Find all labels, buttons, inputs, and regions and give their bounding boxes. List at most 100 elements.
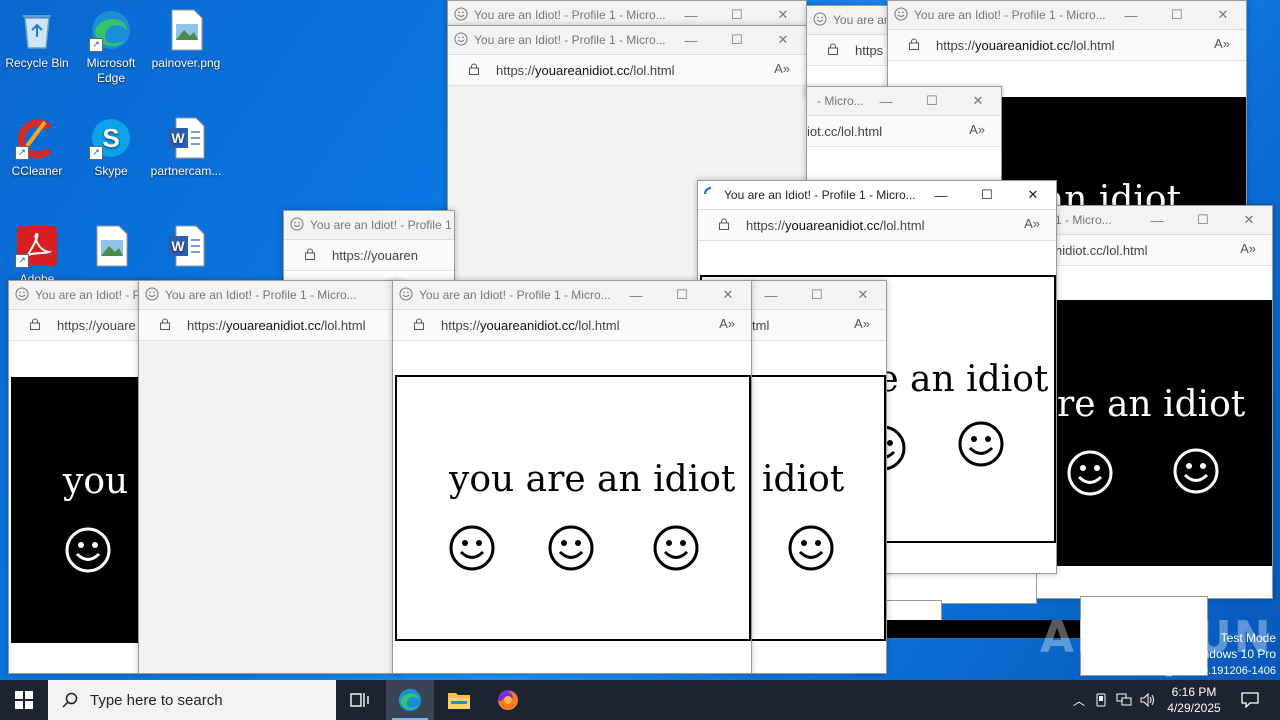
address-bar[interactable]: https://youare [9,310,149,341]
close-button[interactable]: ✕ [705,281,751,309]
taskbar-clock[interactable]: 6:16 PM 4/29/2025 [1154,684,1234,716]
maximize-button[interactable]: ☐ [1180,206,1226,234]
read-aloud-icon[interactable]: A» [1214,36,1230,51]
start-button[interactable] [0,680,48,720]
browser-window[interactable]: You are an Idiot! - P https://youare you… [8,280,150,674]
close-button[interactable]: ✕ [1010,181,1056,209]
address-bar[interactable]: https://youareanidiot.cc/lol.html [139,310,399,341]
window-titlebar[interactable]: 1 - Micro... — ☐ ✕ [1037,206,1272,235]
desktop-icon-word-doc[interactable]: W [150,224,222,272]
browser-window[interactable]: — ☐ ✕ tml A» idiot [749,280,887,674]
maximize-button[interactable]: ☐ [714,26,760,54]
svg-text:W: W [171,130,185,146]
address-bar[interactable]: tml A» [750,310,886,341]
browser-window[interactable]: You are an Idiot! - Profile 1 - Micro...… [138,280,400,674]
address-bar[interactable]: https://youareanidiot.cc/lol.html A» [393,310,751,341]
window-titlebar[interactable]: You are an Idiot! - Profile 1 - Micro...… [139,281,399,310]
window-titlebar[interactable]: — ☐ ✕ [750,281,886,310]
window-titlebar[interactable]: You are an Idiot! - Profile 1 - Micro...… [448,26,806,55]
page-content: re an idiot [1037,266,1272,598]
shortcut-arrow-icon: ↗ [15,254,29,268]
tray-overflow-chevron-icon[interactable]: ︿ [1068,692,1090,709]
close-button[interactable]: ✕ [760,26,806,54]
maximize-button[interactable]: ☐ [964,181,1010,209]
window-titlebar[interactable]: You are an Idiot! - Profile 1 - Micro...… [888,1,1246,30]
read-aloud-icon[interactable]: A» [1024,216,1040,231]
minimize-button[interactable]: — [750,281,794,309]
smiley-favicon-icon [454,7,468,21]
task-view-button[interactable] [336,680,384,720]
maximize-button[interactable]: ☐ [909,87,955,115]
action-center-button[interactable] [1230,680,1270,720]
read-aloud-icon[interactable]: A» [719,316,735,331]
read-aloud-icon[interactable]: A» [969,122,985,137]
minimize-button[interactable]: — [1134,206,1180,234]
minimize-button[interactable]: — [918,181,964,209]
close-button[interactable]: ✕ [955,87,1001,115]
maximize-button[interactable]: ☐ [1154,1,1200,29]
address-bar[interactable]: https://youaren [284,240,454,271]
window-titlebar[interactable]: You are an Idiot! - P [9,281,149,310]
desktop-icon-recycle-bin[interactable]: Recycle Bin [1,8,73,71]
url-text: https://youare [57,318,136,333]
read-aloud-icon[interactable]: A» [774,61,790,76]
minimize-button[interactable]: — [1108,1,1154,29]
lock-icon [719,218,729,230]
url-text: https://youaren [332,248,418,263]
taskbar-firefox-button[interactable] [484,680,532,720]
page-content [139,341,399,673]
ccleaner-icon: ↗ [15,116,59,160]
image-file-icon [164,8,208,52]
address-bar[interactable]: nidiot.cc/lol.html A» [1037,235,1272,266]
minimize-button[interactable]: — [863,87,909,115]
url-text: https://youareanidiot.cc/lol.html [746,218,925,233]
window-titlebar[interactable]: You are an Idiot! - Profile 1 [284,211,454,240]
windows-logo-icon [15,691,33,709]
address-bar[interactable]: iot.cc/lol.html A» [807,116,1001,147]
read-aloud-icon[interactable]: A» [854,316,870,331]
address-bar[interactable]: https://youareanidiot.cc/lol.html A» [448,55,806,86]
desktop-icon-image-file[interactable] [75,224,147,272]
taskbar-edge-button[interactable] [386,680,434,720]
desktop-icon-label: CCleaner [11,164,63,178]
lock-icon [414,318,424,330]
browser-window[interactable]: You are an Idiot! - Profile 1 - Micro...… [392,280,752,674]
minimize-button[interactable]: — [613,281,659,309]
desktop-icon-adobe[interactable]: ↗ Adobe [1,224,73,287]
network-icon[interactable] [1116,693,1132,707]
desktop-icon-edge[interactable]: ↗ Microsoft Edge [75,8,147,86]
browser-window[interactable]: 1 - Micro... — ☐ ✕ nidiot.cc/lol.html A» r… [1036,205,1273,599]
window-titlebar[interactable]: You are an Idiot! - Profile 1 - Micro...… [393,281,751,310]
browser-window[interactable]: - Micro... — ☐ ✕ iot.cc/lol.html A» [806,86,1002,188]
read-aloud-icon[interactable]: A» [1240,241,1256,256]
taskbar-search-box[interactable]: Type here to search [48,680,336,720]
desktop-icon-partnercam[interactable]: W partnercam... [150,116,222,179]
svg-text:W: W [171,238,185,254]
lock-icon [305,248,315,260]
window-title: You are an [833,13,891,27]
window-titlebar[interactable]: You are an [807,6,897,35]
maximize-button[interactable]: ☐ [659,281,705,309]
search-icon [62,692,78,708]
os-edition-watermark: Windows 10 Pro [1188,647,1276,661]
smiley-favicon-icon [454,32,468,46]
url-text: tml [752,318,770,333]
close-button[interactable]: ✕ [840,281,886,309]
address-bar[interactable]: https://youareanidiot.cc/lol.html A» [698,210,1056,241]
window-titlebar[interactable]: - Micro... — ☐ ✕ [807,87,1001,116]
browser-window[interactable]: You are an https [806,5,898,97]
device-icon[interactable] [1094,693,1108,707]
address-bar[interactable]: https [807,35,897,66]
window-titlebar[interactable]: You are an Idiot! - Profile 1 - Micro...… [698,181,1056,210]
maximize-button[interactable]: ☐ [794,281,840,309]
minimize-button[interactable]: — [668,26,714,54]
window-title: You are an Idiot! - P [35,288,141,302]
address-bar[interactable]: https://youareanidiot.cc/lol.html A» [888,30,1246,61]
desktop-icon-skype[interactable]: S ↗ Skype [75,116,147,179]
close-button[interactable]: ✕ [1200,1,1246,29]
desktop-icon-painover[interactable]: painover.png [150,8,222,71]
taskbar-file-explorer-button[interactable] [435,680,483,720]
close-button[interactable]: ✕ [1226,206,1272,234]
desktop-icon-ccleaner[interactable]: ↗ CCleaner [1,116,73,179]
desktop-icon-label: partnercam... [150,164,222,178]
